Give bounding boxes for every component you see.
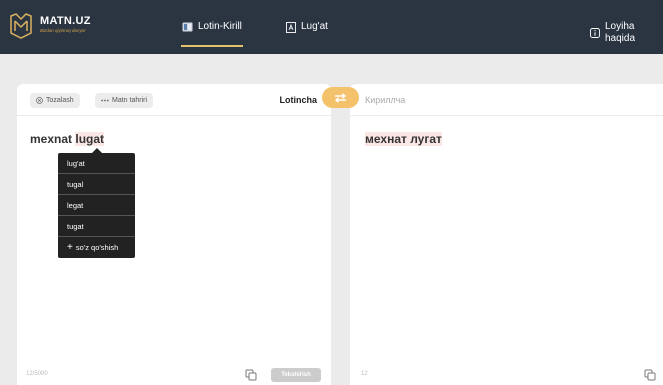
source-language-label[interactable]: Lotincha (280, 94, 318, 106)
suggestions-menu: lug'at tugal legat tugat + so'z qo'shish (58, 148, 135, 258)
suggestion-item[interactable]: tugat (58, 216, 135, 237)
book-icon (182, 22, 193, 32)
plus-icon: + (67, 241, 73, 253)
target-char-count: 12 (361, 371, 368, 377)
edit-text-button[interactable]: Matn tahriri (95, 93, 154, 108)
copy-icon[interactable] (245, 369, 257, 381)
info-icon (590, 28, 600, 38)
brand[interactable]: MATN.UZ Bizdan qiyinroq dunyo! (40, 15, 91, 34)
active-tab-indicator (181, 45, 243, 47)
nav-lugat[interactable]: Lug'at (286, 21, 328, 33)
source-panel-header: Tozalash Matn tahriri Lotincha (17, 84, 331, 116)
swap-arrows-icon (334, 92, 347, 103)
logo-icon[interactable] (10, 13, 32, 39)
top-navbar: MATN.UZ Bizdan qiyinroq dunyo! Lotin-Kir… (0, 0, 663, 54)
x-circle-icon (36, 97, 43, 104)
swap-languages-button[interactable] (322, 87, 359, 108)
suggestion-item[interactable]: tugal (58, 174, 135, 195)
nav-lotin-kirill-label: Lotin-Kirill (198, 21, 242, 32)
clear-button-label: Tozalash (46, 97, 74, 104)
target-text-output: мехнат лугат (365, 132, 442, 147)
suggestion-item[interactable]: legat (58, 195, 135, 216)
target-panel: Кириллча мехнат лугат 12 (350, 84, 663, 385)
dots-icon (101, 99, 109, 102)
nav-about[interactable]: Loyiha haqida (590, 21, 663, 45)
brand-name: MATN.UZ (40, 15, 91, 27)
source-text-plain: mexnat (30, 132, 76, 146)
nav-about-label: Loyiha haqida (605, 21, 636, 44)
brand-tagline: Bizdan qiyinroq dunyo! (40, 28, 86, 33)
suggestion-item[interactable]: lug'at (58, 153, 135, 174)
dictionary-icon (286, 21, 296, 33)
copy-icon[interactable] (644, 369, 656, 381)
target-language-label[interactable]: Кириллча (365, 94, 405, 106)
flagged-word[interactable]: lugat (75, 132, 105, 146)
edit-text-button-label: Matn tahriri (112, 97, 148, 104)
check-button[interactable]: Tekshirish (271, 368, 321, 382)
clear-button[interactable]: Tozalash (30, 93, 80, 108)
target-panel-header: Кириллча (350, 84, 663, 116)
source-text-input[interactable]: mexnat lugat (30, 132, 105, 147)
nav-lotin-kirill[interactable]: Lotin-Kirill (182, 21, 242, 33)
target-text: мехнат лугат (365, 132, 442, 146)
nav-lugat-label: Lug'at (301, 21, 328, 32)
add-word-label: so'z qo'shish (75, 243, 119, 252)
add-word-button[interactable]: + so'z qo'shish (58, 237, 135, 258)
source-char-count: 12/5000 (26, 371, 48, 377)
